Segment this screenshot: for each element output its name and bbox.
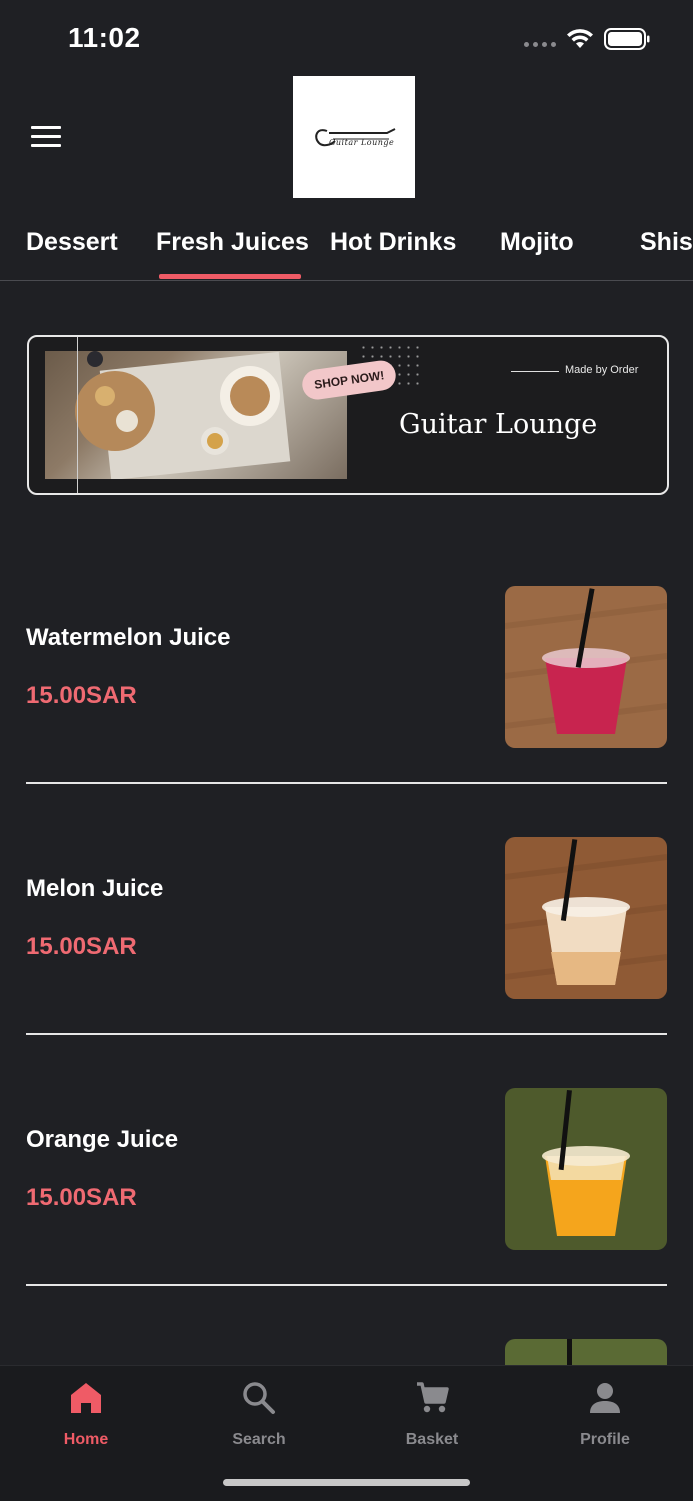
nav-home-label: Home xyxy=(63,1431,109,1448)
nav-basket-label: Basket xyxy=(405,1431,459,1448)
product-name: Watermelon Juice xyxy=(26,624,231,651)
product-price: 15.00SAR xyxy=(26,1184,137,1211)
product-item[interactable]: Orange Juice 15.00SAR xyxy=(26,1088,667,1285)
wifi-icon xyxy=(567,29,593,48)
banner-tagline-line xyxy=(511,371,559,372)
menu-button[interactable] xyxy=(28,122,64,152)
status-time: 11:02 xyxy=(68,22,141,53)
product-image[interactable] xyxy=(505,837,667,999)
divider xyxy=(26,1284,667,1286)
tab-dessert[interactable]: Dessert xyxy=(26,228,118,257)
tab-mojito[interactable]: Mojito xyxy=(500,228,574,257)
product-name: Orange Juice xyxy=(26,1126,179,1153)
tab-fresh-juices[interactable]: Fresh Juices xyxy=(156,228,309,257)
logo: Guitar Lounge xyxy=(293,76,415,198)
product-name: Melon Juice xyxy=(26,875,164,902)
nav-home[interactable]: Home xyxy=(26,1380,146,1449)
divider xyxy=(26,1033,667,1035)
divider xyxy=(26,782,667,784)
nav-search-label: Search xyxy=(232,1431,286,1448)
banner-photo xyxy=(45,351,347,481)
category-tabs: Dessert Fresh Juices Hot Drinks Mojito S… xyxy=(0,212,693,281)
status-bar: 11:02 xyxy=(0,0,693,80)
promo-banner[interactable]: SHOP NOW! Made by Order Guitar Lounge xyxy=(27,335,669,495)
nav-profile[interactable]: Profile xyxy=(545,1380,665,1449)
home-indicator xyxy=(223,1479,470,1486)
nav-profile-label: Profile xyxy=(580,1431,630,1448)
product-price: 15.00SAR xyxy=(26,682,137,709)
product-image[interactable] xyxy=(505,1339,667,1365)
person-icon xyxy=(590,1383,620,1413)
product-price: 15.00SAR xyxy=(26,933,137,960)
nav-search[interactable]: Search xyxy=(199,1380,319,1449)
cart-icon xyxy=(417,1382,449,1413)
banner-title: Guitar Lounge xyxy=(399,409,598,440)
cellular-signal-icon xyxy=(524,42,556,47)
home-icon xyxy=(71,1383,101,1413)
battery-icon xyxy=(604,28,650,50)
tab-shisha[interactable]: Shisha xyxy=(640,228,693,257)
product-image[interactable] xyxy=(505,1088,667,1250)
search-icon xyxy=(243,1382,275,1414)
banner-decor-line xyxy=(77,337,78,493)
nav-basket[interactable]: Basket xyxy=(372,1380,492,1449)
guitar-logo-icon xyxy=(315,128,396,147)
product-image[interactable] xyxy=(505,586,667,748)
product-item[interactable]: Watermelon Juice 15.00SAR xyxy=(26,586,667,783)
product-item[interactable]: Melon Juice 15.00SAR xyxy=(26,837,667,1034)
logo-text: Guitar Lounge xyxy=(329,138,395,147)
banner-tagline: Made by Order xyxy=(565,364,639,376)
tab-hot-drinks[interactable]: Hot Drinks xyxy=(330,228,456,257)
active-tab-indicator xyxy=(159,274,301,279)
